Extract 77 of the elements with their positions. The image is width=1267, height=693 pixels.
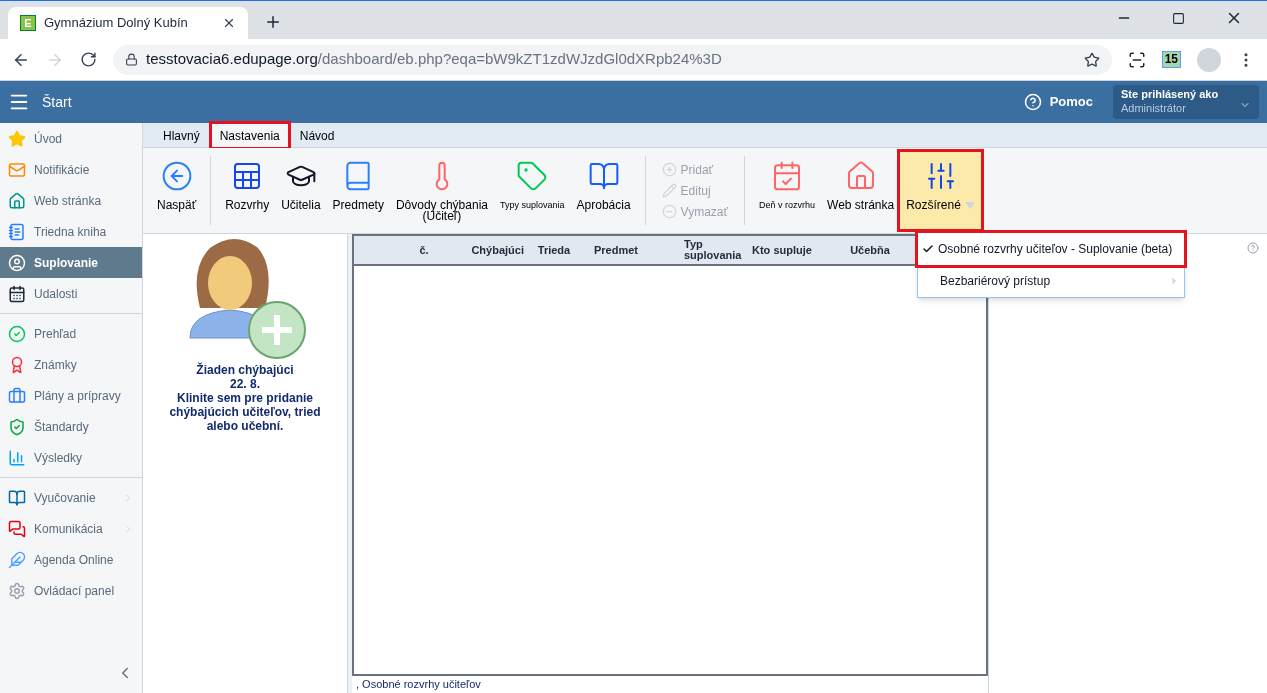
browser-tab[interactable]: E Gymnázium Dolný Kubín — [8, 7, 248, 39]
sidebar-item[interactable]: Prehľad — [0, 318, 142, 349]
sidebar-item[interactable]: Vyučovanie — [0, 482, 142, 513]
notebook-icon — [8, 222, 26, 241]
sidebar-item[interactable]: Ovládací panel — [0, 575, 142, 606]
column-header: Chýbajúci — [470, 244, 524, 256]
sidebar-item[interactable]: Komunikácia — [0, 513, 142, 544]
close-icon[interactable] — [222, 16, 236, 30]
tab-title: Gymnázium Dolný Kubín — [44, 14, 189, 33]
toolbar-button[interactable]: Dôvody chýbania (Učiteľ) — [389, 152, 494, 229]
url-text: tesstovacia6.edupage.org/dashboard/eb.php?eqa=bW9kZT1zdWJzdGl0dXRpb24%3D — [146, 49, 723, 70]
book-icon — [8, 488, 26, 507]
sidebar-item[interactable]: Plány a prípravy — [0, 380, 142, 411]
gear-icon — [8, 581, 26, 600]
calendar-check-icon — [771, 160, 803, 192]
column-header: Kto supluje — [751, 244, 813, 256]
check-circle-icon — [8, 324, 26, 343]
sidebar-item[interactable]: Úvod — [0, 123, 142, 154]
sidebar-item[interactable]: Agenda Online — [0, 544, 142, 575]
plus-circle-icon — [661, 162, 677, 177]
toolbar-button[interactable]: Rozvrhy — [219, 152, 276, 229]
help-link[interactable]: Pomoc — [1049, 92, 1093, 112]
sidebar-item[interactable]: Triedna kniha — [0, 216, 142, 247]
site-logo: E — [20, 15, 36, 31]
column-header: Trieda — [536, 244, 572, 256]
column-header: Učebňa — [849, 244, 891, 256]
caret-icon — [964, 202, 975, 209]
sidebar-item[interactable]: Výsledky — [0, 442, 142, 473]
toolbar-button[interactable]: Aprobácia — [570, 152, 637, 229]
ribbon-tab[interactable]: Návod — [291, 124, 343, 147]
minus-circle-icon — [661, 204, 677, 219]
toolbar-button[interactable]: Web stránka — [821, 152, 901, 229]
toolbar-button[interactable]: Predmety — [326, 152, 390, 229]
absent-title: Žiaden chýbajúci — [196, 363, 294, 377]
feather-icon — [8, 550, 26, 569]
calendar-icon — [8, 284, 26, 303]
column-header: Typ suplovania — [684, 239, 743, 261]
toolbar-button[interactable]: Učitelia — [275, 152, 327, 229]
column-header: č. — [418, 244, 430, 256]
maximize-icon[interactable] — [1172, 11, 1185, 25]
bookmark-star-icon[interactable] — [1083, 51, 1100, 68]
sidebar-item[interactable]: Notifikácie — [0, 154, 142, 185]
chat-icon — [8, 519, 26, 538]
extension-badge[interactable]: 15 — [1161, 51, 1181, 68]
address-bar[interactable]: tesstovacia6.edupage.org/dashboard/eb.php?eqa=bW9kZT1zdWJzdGl0dXRpb24%3D — [113, 44, 1112, 75]
sidebar-item[interactable]: Štandardy — [0, 411, 142, 442]
user-selector[interactable]: Ste prihlásený ako Administrátor — [1113, 85, 1259, 119]
star-icon — [8, 129, 26, 148]
briefcase-icon — [8, 386, 26, 405]
column-header: Predmet — [593, 244, 640, 256]
ribbon-tab[interactable]: Nastavenia — [211, 124, 288, 147]
bar-chart-icon — [8, 448, 26, 467]
screen-capture-icon[interactable] — [1127, 50, 1146, 69]
reload-icon[interactable] — [80, 51, 97, 68]
envelope-icon — [8, 160, 26, 179]
sidebar-item[interactable]: Udalosti — [0, 278, 142, 309]
house-icon — [8, 191, 26, 210]
tag-icon — [516, 160, 549, 192]
ribbon-tab[interactable]: Hlavný — [155, 124, 208, 147]
user-icon — [8, 253, 26, 272]
footer-note: , Osobné rozvrhy učiteľov — [355, 677, 482, 692]
start-link[interactable]: Štart — [42, 91, 72, 113]
menu-item[interactable]: Osobné rozvrhy učiteľov - Suplovanie (beta) — [918, 233, 1184, 265]
pencil-icon — [661, 183, 677, 198]
sidebar-item[interactable]: Suplovanie — [0, 247, 142, 278]
toolbar-button[interactable]: Deň v rozvrhu — [753, 152, 821, 229]
absent-date: 22. 8. — [230, 377, 260, 391]
menu-item[interactable]: Bezbariérový prístup — [918, 265, 1184, 297]
toolbar-button[interactable]: Naspäť — [151, 152, 203, 229]
lock-icon — [125, 53, 138, 66]
dropdown-button[interactable]: Rozšírené — [900, 152, 981, 229]
sidebar-item[interactable]: Známky — [0, 349, 142, 380]
add-hint: Klinite sem pre pridanie chýbajúcich učiteľov, tried alebo učební. — [168, 391, 322, 433]
new-tab-icon[interactable] — [264, 13, 282, 31]
sidebar-item[interactable]: Web stránka — [0, 185, 142, 216]
toolbar-button[interactable]: Typy suplovania — [494, 152, 571, 229]
shield-icon — [8, 417, 26, 436]
